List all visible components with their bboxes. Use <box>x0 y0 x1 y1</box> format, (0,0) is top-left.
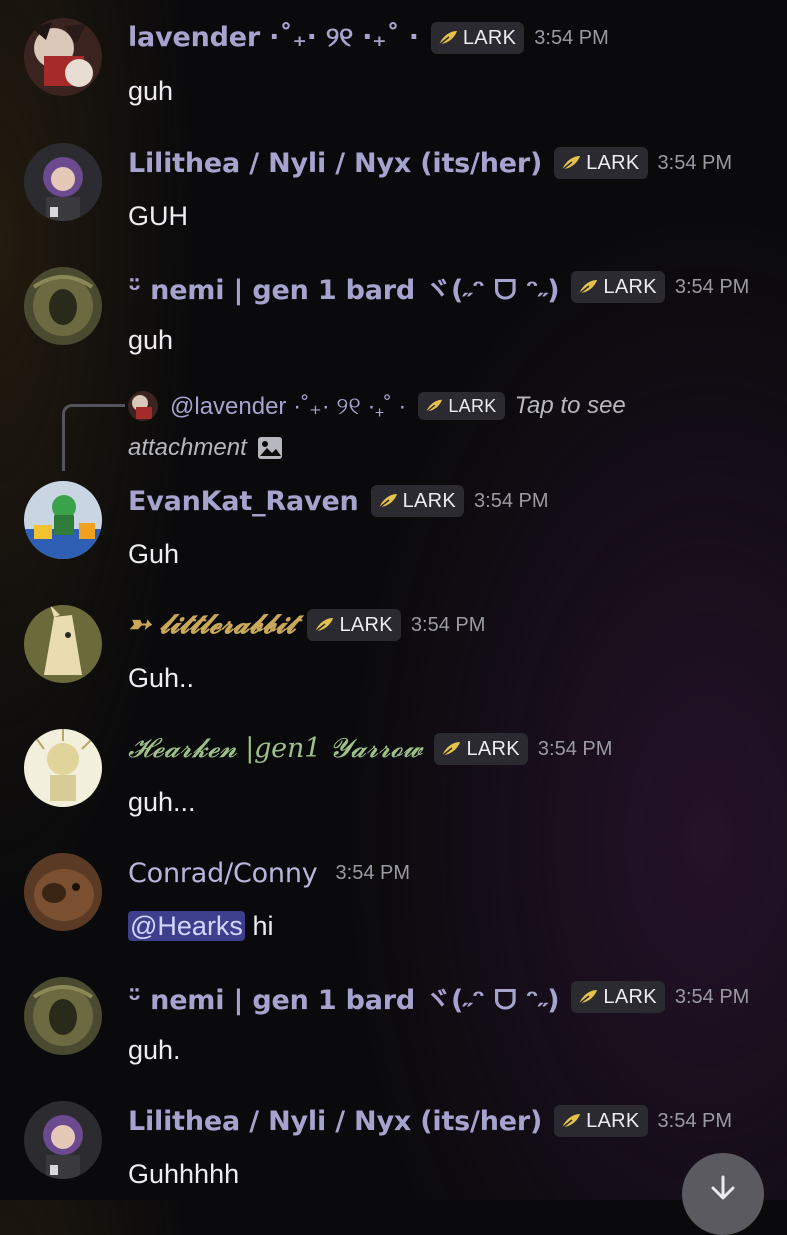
timestamp: 3:54 PM <box>474 489 549 512</box>
feather-icon <box>438 31 457 46</box>
message-item[interactable]: lavender ·˚₊· ୨୧ ·₊˚ · LARK 3:54 PM guh <box>0 18 787 118</box>
avatar[interactable] <box>24 18 102 96</box>
username[interactable]: 𝓗𝓮𝓪𝓻𝓴𝓮𝓷 |gen1 𝓨𝓪𝓻𝓻𝓸𝔀 <box>128 733 423 765</box>
feather-icon <box>561 1114 581 1129</box>
message-item[interactable]: Conrad/Conny 3:54 PM @Hearks hi <box>0 853 787 953</box>
username[interactable]: Conrad/Conny <box>128 858 318 889</box>
avatar[interactable] <box>24 267 102 345</box>
avatar[interactable] <box>24 729 102 807</box>
role-badge[interactable]: LARK <box>571 271 665 303</box>
reply-username[interactable]: @lavender ·˚₊· ୨୧ ·₊˚ · <box>170 392 406 421</box>
message-item[interactable]: ᵕ̈ nemi | gen 1 bard ヾ(˶ᵔ ᗜ ᵔ˶) LARK 3:5… <box>0 267 787 367</box>
message-text-rest: hi <box>244 911 274 941</box>
feather-icon <box>314 618 334 633</box>
timestamp: 3:54 PM <box>534 26 609 49</box>
avatar[interactable] <box>24 605 102 683</box>
role-badge[interactable]: LARK <box>307 609 401 641</box>
badge-label: LARK <box>402 489 457 512</box>
user-mention[interactable]: @Hearks <box>128 911 245 941</box>
role-badge[interactable]: LARK <box>434 733 528 765</box>
message-text: Guhhhhh <box>128 1159 240 1189</box>
message-text: guh. <box>128 1035 181 1065</box>
role-badge[interactable]: LARK <box>571 981 665 1013</box>
badge-label: LARK <box>339 613 393 636</box>
role-badge[interactable]: LARK <box>418 392 505 420</box>
feather-icon <box>578 280 598 295</box>
feather-icon <box>378 494 397 509</box>
badge-label: LARK <box>603 275 657 298</box>
reply-preview[interactable]: @lavender ·˚₊· ୨୧ ·₊˚ · LARK Tap to see … <box>62 390 762 471</box>
avatar[interactable] <box>24 481 102 559</box>
message-text: guh <box>128 325 174 355</box>
message-item[interactable]: EvanKat_Raven LARK 3:54 PM Guh <box>0 481 787 581</box>
avatar[interactable] <box>24 853 102 931</box>
username[interactable]: ᵕ̈ nemi | gen 1 bard ヾ(˶ᵔ ᗜ ᵔ˶) <box>128 268 560 307</box>
reply-text: attachment <box>128 434 247 461</box>
message-text: Guh <box>128 539 180 569</box>
feather-icon <box>442 742 461 757</box>
role-badge[interactable]: LARK <box>554 147 648 179</box>
timestamp: 3:54 PM <box>674 275 750 298</box>
message-text: guh... <box>128 787 196 817</box>
reply-text: Tap to see <box>514 392 626 419</box>
badge-label: LARK <box>462 26 517 49</box>
message-text: GUH <box>128 201 188 231</box>
message-item[interactable]: Lilithea / Nyli / Nyx (its/her) LARK 3:5… <box>0 143 787 243</box>
username[interactable]: Lilithea / Nyli / Nyx (its/her) <box>128 1106 542 1137</box>
message-item[interactable]: ᵕ̈ nemi | gen 1 bard ヾ(˶ᵔ ᗜ ᵔ˶) LARK 3:5… <box>0 977 787 1077</box>
message-item[interactable]: 𝓗𝓮𝓪𝓻𝓴𝓮𝓷 |gen1 𝓨𝓪𝓻𝓻𝓸𝔀 LARK 3:54 PM guh... <box>0 729 787 829</box>
badge-label: LARK <box>448 395 497 416</box>
message-item[interactable]: Lilithea / Nyli / Nyx (its/her) LARK 3:5… <box>0 1101 787 1201</box>
image-icon <box>257 437 282 459</box>
feather-icon <box>578 990 598 1005</box>
role-badge[interactable]: LARK <box>430 22 525 54</box>
timestamp: 3:54 PM <box>674 985 750 1008</box>
username[interactable]: lavender ·˚₊· ୨୧ ·₊˚ · <box>128 22 419 54</box>
role-badge[interactable]: LARK <box>554 1105 648 1137</box>
feather-icon <box>425 399 443 413</box>
timestamp: 3:54 PM <box>657 151 733 174</box>
reply-connector <box>62 404 125 471</box>
username[interactable]: ➳ 𝓵𝓲𝓽𝓽𝓵𝓮𝓻𝓪𝓫𝓫𝓲𝓽 <box>128 609 296 641</box>
message-text: @Hearks hi <box>128 911 273 942</box>
timestamp: 3:54 PM <box>410 613 486 636</box>
username[interactable]: EvanKat_Raven <box>128 486 359 517</box>
timestamp: 3:54 PM <box>657 1109 733 1132</box>
message-text: Guh.. <box>128 663 195 693</box>
badge-label: LARK <box>586 1109 640 1132</box>
arrow-down-icon <box>711 1175 735 1200</box>
feather-icon <box>561 156 581 171</box>
username[interactable]: ᵕ̈ nemi | gen 1 bard ヾ(˶ᵔ ᗜ ᵔ˶) <box>128 978 560 1017</box>
badge-label: LARK <box>586 151 640 174</box>
timestamp: 3:54 PM <box>537 737 613 760</box>
reply-avatar <box>128 391 158 421</box>
timestamp: 3:54 PM <box>335 861 411 884</box>
badge-label: LARK <box>603 985 657 1008</box>
avatar[interactable] <box>24 977 102 1055</box>
role-badge[interactable]: LARK <box>370 485 465 517</box>
badge-label: LARK <box>466 737 520 760</box>
avatar[interactable] <box>24 143 102 221</box>
jump-to-bottom-button[interactable] <box>682 1153 764 1235</box>
message-item[interactable]: ➳ 𝓵𝓲𝓽𝓽𝓵𝓮𝓻𝓪𝓫𝓫𝓲𝓽 LARK 3:54 PM Guh.. <box>0 605 787 705</box>
username[interactable]: Lilithea / Nyli / Nyx (its/her) <box>128 148 542 179</box>
avatar[interactable] <box>24 1101 102 1179</box>
message-text: guh <box>128 76 174 106</box>
